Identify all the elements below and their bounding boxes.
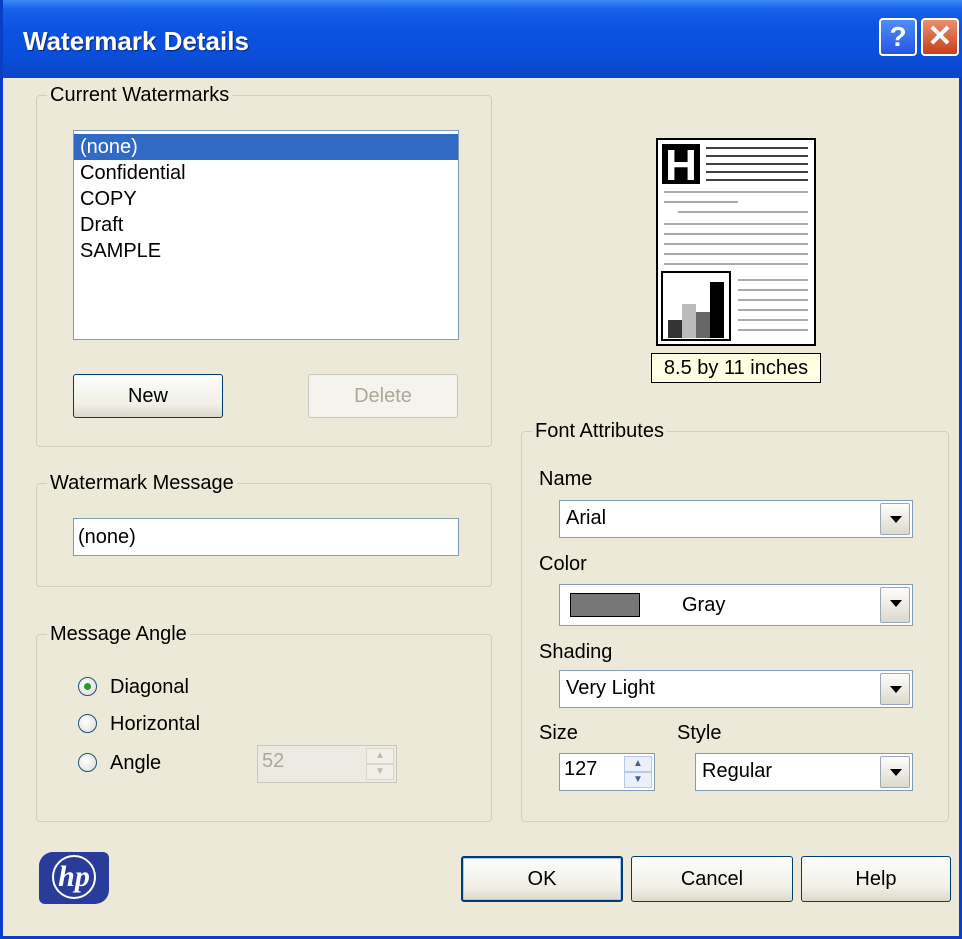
page-preview-icon: H	[661, 141, 808, 341]
radio-button[interactable]	[78, 677, 97, 696]
delete-button[interactable]: Delete	[308, 374, 458, 418]
color-label: Color	[539, 553, 587, 575]
font-attributes-label: Font Attributes	[532, 419, 667, 443]
font-name-value: Arial	[566, 507, 607, 529]
dialog-title: Watermark Details	[23, 26, 249, 56]
radio-angle[interactable]: Angle	[78, 750, 238, 776]
close-button[interactable]: ✕	[921, 18, 959, 56]
font-style-select[interactable]: Regular	[695, 753, 913, 791]
spin-buttons[interactable]: ▲ ▼	[624, 756, 652, 788]
list-item[interactable]: Draft	[74, 212, 458, 238]
radio-button[interactable]	[78, 714, 97, 733]
preview-letter: H	[665, 141, 697, 190]
help-button[interactable]: Help	[801, 856, 951, 902]
font-name-select[interactable]: Arial	[559, 500, 913, 538]
spin-down-icon[interactable]: ▼	[366, 764, 394, 780]
page-preview: H	[656, 138, 816, 346]
radio-label: Diagonal	[110, 676, 189, 698]
spin-up-icon[interactable]: ▲	[624, 756, 652, 772]
watermark-details-dialog: Watermark Details ? ✕ Current Watermarks…	[0, 0, 962, 939]
style-label: Style	[677, 722, 722, 744]
hp-logo-text: hp	[52, 855, 96, 899]
shading-value: Very Light	[566, 677, 655, 699]
cancel-button[interactable]: Cancel	[631, 856, 793, 902]
radio-horizontal[interactable]: Horizontal	[78, 711, 238, 737]
shading-select[interactable]: Very Light	[559, 670, 913, 708]
font-size-value: 127	[564, 758, 598, 780]
chevron-down-icon[interactable]	[880, 503, 910, 535]
chevron-down-icon[interactable]	[880, 587, 910, 623]
watermark-message-label: Watermark Message	[47, 471, 237, 495]
color-swatch	[570, 593, 640, 617]
spin-up-icon[interactable]: ▲	[366, 748, 394, 764]
angle-value: 52	[262, 750, 285, 772]
size-label: Size	[539, 722, 578, 744]
font-size-spinner[interactable]: 127 ▲ ▼	[559, 753, 655, 791]
paper-size-caption: 8.5 by 11 inches	[651, 353, 821, 383]
font-style-value: Regular	[702, 760, 773, 782]
list-item[interactable]: (none)	[74, 134, 458, 160]
watermark-message-input[interactable]: (none)	[73, 518, 459, 556]
help-title-button[interactable]: ?	[879, 18, 917, 56]
ok-button[interactable]: OK	[461, 856, 623, 902]
watermark-list[interactable]: (none) Confidential COPY Draft SAMPLE	[73, 130, 459, 340]
chevron-down-icon[interactable]	[880, 756, 910, 788]
spin-down-icon[interactable]: ▼	[624, 772, 652, 788]
radio-button[interactable]	[78, 753, 97, 772]
spin-buttons[interactable]: ▲ ▼	[366, 748, 394, 780]
list-item[interactable]: COPY	[74, 186, 458, 212]
message-angle-label: Message Angle	[47, 622, 190, 646]
radio-label: Angle	[110, 752, 162, 774]
font-color-select[interactable]: Gray	[559, 584, 913, 626]
font-color-value: Gray	[682, 594, 726, 616]
title-bar[interactable]: Watermark Details ? ✕	[3, 0, 962, 78]
hp-logo: hp	[39, 852, 109, 904]
chevron-down-icon[interactable]	[880, 673, 910, 705]
list-item[interactable]: SAMPLE	[74, 238, 458, 264]
radio-diagonal[interactable]: Diagonal	[78, 674, 238, 700]
list-item[interactable]: Confidential	[74, 160, 458, 186]
radio-label: Horizontal	[110, 713, 201, 735]
angle-spinner[interactable]: 52 ▲ ▼	[257, 745, 397, 783]
current-watermarks-label: Current Watermarks	[47, 83, 233, 107]
name-label: Name	[539, 468, 593, 490]
shading-label: Shading	[539, 641, 613, 663]
new-button[interactable]: New	[73, 374, 223, 418]
